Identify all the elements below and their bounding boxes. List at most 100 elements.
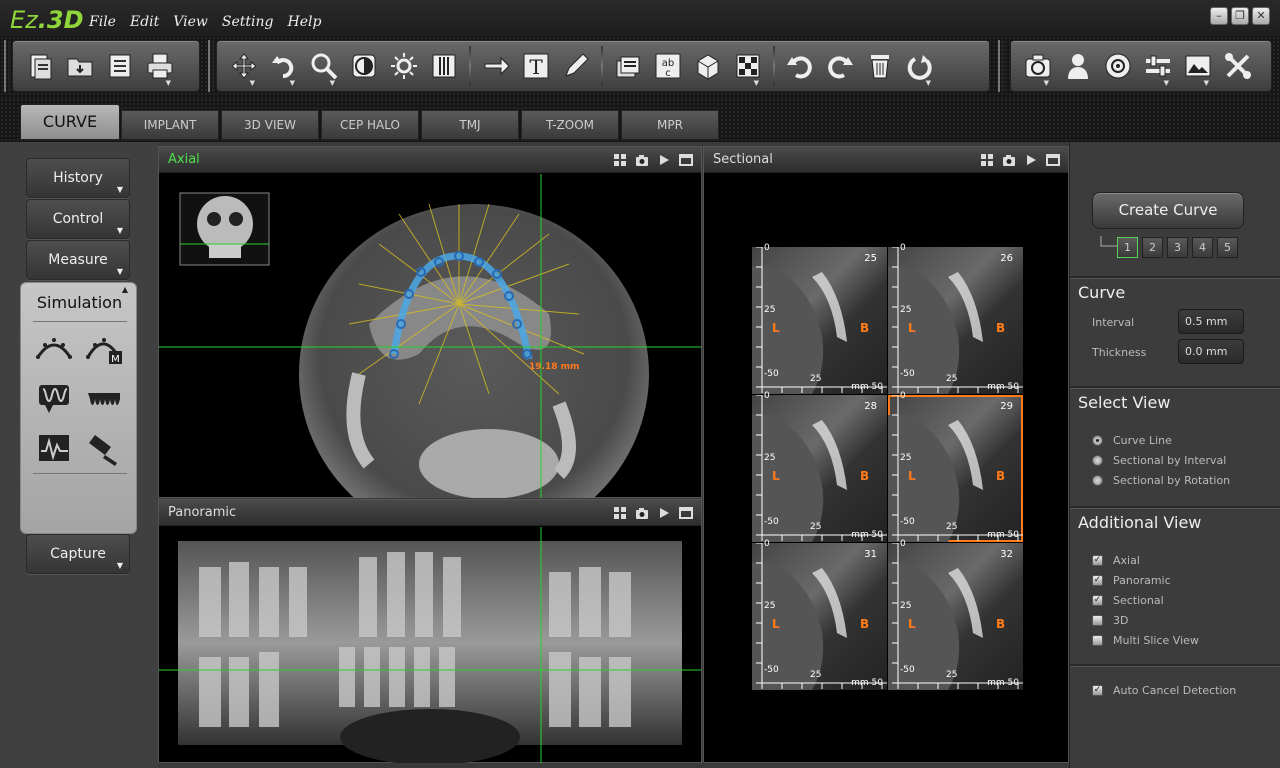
waveform-icon[interactable] (33, 429, 75, 469)
close-button[interactable]: ✕ (1252, 7, 1270, 25)
maximize-icon[interactable] (1046, 153, 1060, 167)
control-button[interactable]: Control ▼ (26, 199, 130, 239)
maximize-icon[interactable] (679, 153, 693, 167)
move-icon[interactable]: ▼ (225, 45, 263, 87)
sectional-interval-radio[interactable] (1092, 455, 1103, 466)
layout-grid-icon[interactable] (980, 153, 994, 167)
menu-file[interactable]: File (82, 14, 123, 30)
curve-arch-icon[interactable] (33, 329, 75, 369)
rotate-icon[interactable]: ▼ (265, 45, 303, 87)
interval-field[interactable]: 0.5 mm (1178, 309, 1244, 334)
tab-implant[interactable]: IMPLANT (121, 110, 219, 140)
sectional-slice[interactable]: 28 0 25 -50 25 mm 50 L B (752, 391, 887, 542)
sectional-slice[interactable]: 29 0 25 -50 25 mm 50 L B (888, 391, 1023, 542)
redo-icon[interactable] (821, 45, 859, 87)
zoom-icon[interactable]: ▼ (305, 45, 343, 87)
multi-slice-checkbox[interactable] (1092, 635, 1103, 646)
snapshot-icon[interactable] (635, 153, 649, 167)
panoramic-viewport[interactable]: Panoramic (158, 499, 702, 763)
tab-t-zoom[interactable]: T-ZOOM (521, 110, 619, 140)
menu-view[interactable]: View (166, 14, 215, 30)
text-icon[interactable]: T (517, 45, 555, 87)
menu-help[interactable]: Help (280, 14, 328, 30)
curve-arch-manual-icon[interactable]: M (83, 329, 125, 369)
curve-line-radio[interactable] (1092, 435, 1103, 446)
tick-bottom: -50 (900, 665, 915, 675)
print-icon[interactable]: ▼ (141, 45, 179, 87)
toolbar-grip[interactable] (208, 40, 214, 92)
curve-slot-3[interactable]: 3 (1167, 237, 1188, 258)
play-icon[interactable] (657, 506, 671, 520)
sectional-slice[interactable]: 31 0 25 -50 25 mm 50 L B (752, 539, 887, 690)
play-icon[interactable] (1024, 153, 1038, 167)
toolbar-grip[interactable] (998, 40, 1004, 92)
checker-icon[interactable]: ▼ (729, 45, 767, 87)
thickness-field[interactable]: 0.0 mm (1178, 339, 1244, 364)
slice-label-right: B (860, 321, 870, 335)
reset-icon[interactable]: ▼ (901, 45, 939, 87)
snapshot-icon[interactable] (635, 506, 649, 520)
image-icon[interactable]: ▼ (1179, 45, 1217, 87)
grid-icon[interactable] (425, 45, 463, 87)
history-button[interactable]: History ▼ (26, 158, 130, 198)
tab-curve[interactable]: CURVE (20, 104, 120, 140)
snapshot-icon[interactable] (1002, 153, 1016, 167)
auto-cancel-checkbox[interactable]: ✓ (1092, 685, 1103, 696)
viewport-icons (613, 153, 693, 167)
camera-icon[interactable]: ▼ (1019, 45, 1057, 87)
unit-label: mm 50 (987, 382, 1019, 392)
minimize-button[interactable]: – (1210, 7, 1228, 25)
brightness-icon[interactable] (385, 45, 423, 87)
tab-3d-view[interactable]: 3D VIEW (221, 110, 319, 140)
save-icon[interactable] (101, 45, 139, 87)
axial-viewport[interactable]: Axial 19.18 mm (158, 146, 702, 498)
layout-grid-icon[interactable] (613, 506, 627, 520)
tab-mpr[interactable]: MPR (621, 110, 719, 140)
open-folder-icon[interactable] (61, 45, 99, 87)
toolbar-grip[interactable] (4, 40, 10, 92)
sectional-rotation-radio[interactable] (1092, 475, 1103, 486)
tab-cep-halo[interactable]: CEP HALO (321, 110, 419, 140)
layers-icon[interactable] (609, 45, 647, 87)
trash-icon[interactable] (861, 45, 899, 87)
layout-grid-icon[interactable] (613, 153, 627, 167)
capture-button[interactable]: Capture ▼ (26, 534, 130, 574)
axial-checkbox[interactable]: ✓ (1092, 555, 1103, 566)
undo-icon[interactable] (781, 45, 819, 87)
restore-button[interactable]: ❐ (1231, 7, 1249, 25)
disc-icon[interactable] (1099, 45, 1137, 87)
cube-icon[interactable] (689, 45, 727, 87)
maximize-icon[interactable] (679, 506, 693, 520)
implant-tool-icon[interactable] (83, 429, 125, 469)
sliders-icon[interactable]: ▼ (1139, 45, 1177, 87)
menu-setting[interactable]: Setting (215, 14, 281, 30)
slice-number: 26 (1000, 253, 1013, 264)
curve-slot-4[interactable]: 4 (1192, 237, 1213, 258)
teeth-row-icon[interactable] (83, 379, 125, 419)
panoramic-checkbox[interactable]: ✓ (1092, 575, 1103, 586)
arrow-icon[interactable] (477, 45, 515, 87)
person-icon[interactable] (1059, 45, 1097, 87)
contrast-icon[interactable] (345, 45, 383, 87)
play-icon[interactable] (657, 153, 671, 167)
new-document-icon[interactable] (21, 45, 59, 87)
sectional-slice[interactable]: 26 0 25 -50 25 mm 50 L B (888, 243, 1023, 394)
sectional-slice[interactable]: 32 0 25 -50 25 mm 50 L B (888, 539, 1023, 690)
pencil-icon[interactable] (557, 45, 595, 87)
create-curve-button[interactable]: Create Curve (1092, 192, 1244, 229)
unit-label: mm 50 (987, 530, 1019, 540)
sectional-checkbox[interactable]: ✓ (1092, 595, 1103, 606)
sectional-interval-label: Sectional by Interval (1113, 454, 1227, 467)
tools-icon[interactable] (1219, 45, 1257, 87)
sectional-viewport[interactable]: Sectional 25 0 25 -50 25 mm 50 L B 26 0 25 -50 25 mm … (703, 146, 1069, 763)
curve-slot-1[interactable]: 1 (1117, 237, 1138, 258)
menu-edit[interactable]: Edit (123, 14, 166, 30)
measure-button[interactable]: Measure ▼ (26, 240, 130, 280)
sectional-slice[interactable]: 25 0 25 -50 25 mm 50 L B (752, 243, 887, 394)
curve-slot-2[interactable]: 2 (1142, 237, 1163, 258)
ab-label-icon[interactable]: ab c (649, 45, 687, 87)
tab-tmj[interactable]: TMJ (421, 110, 519, 140)
tooth-chart-icon[interactable] (33, 379, 75, 419)
3d-checkbox[interactable] (1092, 615, 1103, 626)
curve-slot-5[interactable]: 5 (1217, 237, 1238, 258)
